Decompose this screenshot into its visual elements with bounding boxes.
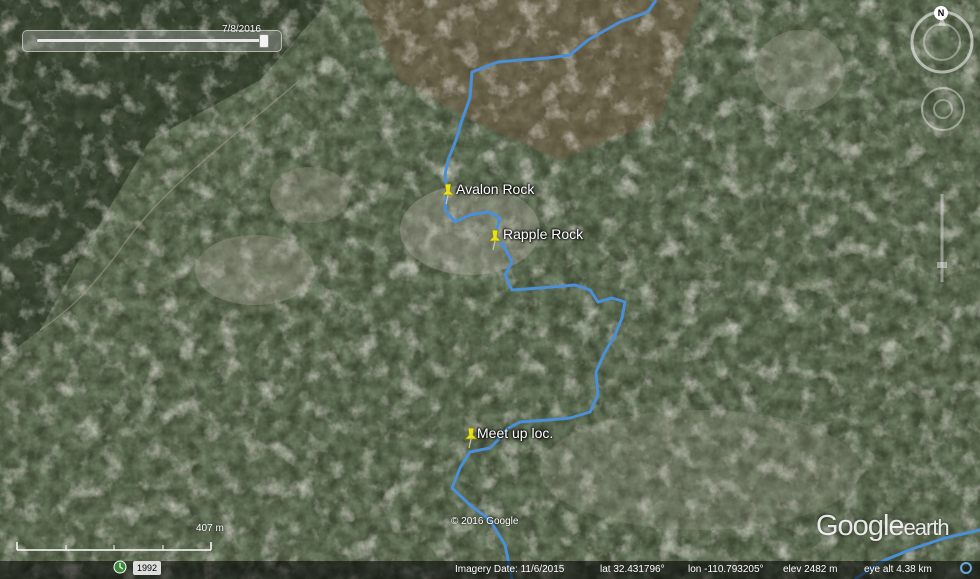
eye-altitude-readout: eye alt 4.38 km (864, 564, 932, 575)
time-slider-track[interactable] (37, 39, 263, 42)
streaming-status-icon (960, 562, 972, 574)
scale-label: 407 m (196, 523, 224, 534)
placemark-label-meet-up[interactable]: Meet up loc. (477, 425, 553, 441)
google-earth-logo: Googleearth (816, 510, 950, 543)
history-icon[interactable] (113, 560, 127, 574)
copyright-text: © 2016 Google (451, 516, 519, 527)
zoom-slider-icon[interactable] (932, 190, 952, 286)
pushpin-icon[interactable] (487, 229, 503, 251)
imagery-date: Imagery Date: 11/6/2015 (455, 564, 565, 575)
longitude-readout: lon -110.793205° (688, 564, 764, 575)
north-indicator[interactable]: N (934, 6, 948, 20)
logo-earth: earth (903, 515, 950, 540)
time-slider[interactable] (22, 30, 282, 52)
satellite-map[interactable] (0, 0, 980, 579)
placemark-label-avalon-rock[interactable]: Avalon Rock (456, 181, 534, 197)
historical-imagery-year[interactable]: 1992 (133, 561, 161, 575)
latitude-readout: lat 32.431796° (600, 564, 665, 575)
pushpin-icon[interactable] (440, 183, 456, 205)
time-slider-thumb[interactable] (259, 34, 269, 48)
placemark-label-rapple-rock[interactable]: Rapple Rock (503, 226, 583, 242)
scale-bar (16, 542, 212, 551)
look-control-icon[interactable] (918, 84, 968, 134)
elevation-readout: elev 2482 m (783, 564, 838, 575)
logo-google: Google (816, 510, 905, 542)
